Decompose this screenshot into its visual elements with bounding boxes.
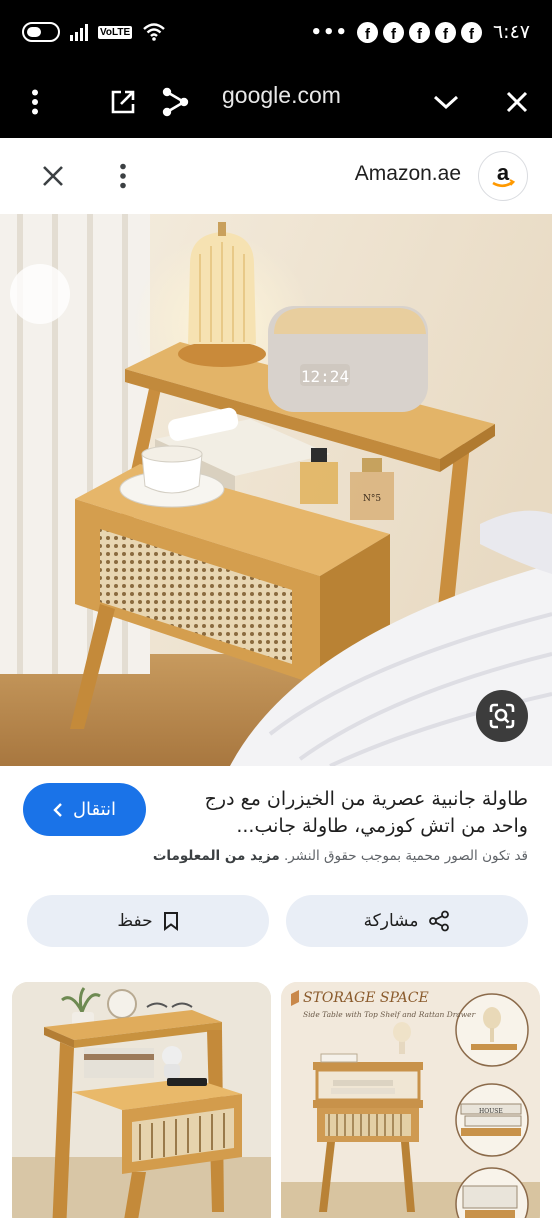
copyright-notice-text: قد تكون الصور محمية بموجب حقوق النشر.	[284, 848, 528, 864]
wifi-icon	[143, 23, 165, 41]
svg-text:a: a	[497, 161, 510, 185]
clock-time: ٦:٤٧	[492, 21, 530, 43]
status-left-group: VoLTE	[22, 20, 166, 44]
open-external-icon	[111, 90, 135, 114]
close-icon	[506, 91, 528, 113]
bookmark-icon	[163, 912, 178, 931]
status-bar: VoLTE ••• f f f f f ٦:٤٧	[0, 0, 552, 64]
battery-icon	[22, 22, 60, 42]
facebook-icon: f	[356, 21, 378, 43]
source-site-name[interactable]: Amazon.ae	[355, 162, 461, 186]
lens-search-button[interactable]	[476, 690, 528, 742]
source-header: Amazon.ae a	[0, 138, 552, 214]
open-in-browser-button[interactable]	[101, 80, 145, 124]
chevron-down-icon	[433, 95, 459, 110]
url-text[interactable]: google.com	[222, 82, 341, 109]
more-notifications-indicator: •••	[310, 21, 348, 43]
collapse-button[interactable]	[424, 80, 468, 124]
more-vert-icon	[32, 89, 38, 115]
related-image-1[interactable]	[12, 982, 271, 1218]
close-icon	[43, 166, 63, 186]
lens-search-icon	[489, 703, 515, 729]
learn-more-link[interactable]: مزيد من المعلومات	[153, 848, 280, 864]
share-button[interactable]: مشاركة	[286, 895, 528, 947]
product-image[interactable]: 12:24 N°5	[0, 214, 552, 766]
share-button-label: مشاركة	[363, 911, 419, 931]
product-title[interactable]: طاولة جانبية عصرية من الخيزران مع درج وا…	[176, 786, 528, 840]
signal-icon	[70, 23, 88, 41]
storage-space-subtitle: Side Table with Top Shelf and Rattan Dra…	[303, 1010, 476, 1019]
visit-button[interactable]: انتقال	[23, 783, 146, 836]
amazon-logo-icon: a	[492, 161, 516, 188]
facebook-icon: f	[434, 21, 456, 43]
product-photo: 12:24 N°5	[0, 214, 552, 766]
clock-display-text: 12:24	[301, 367, 349, 386]
visit-button-label: انتقال	[72, 799, 117, 820]
more-vert-icon	[120, 163, 126, 189]
save-button[interactable]: حفظ	[27, 895, 269, 947]
source-more-button[interactable]	[101, 154, 145, 198]
facebook-icon: f	[408, 21, 430, 43]
save-button-label: حفظ	[117, 911, 153, 931]
status-right-group: ••• f f f f f ٦:٤٧	[310, 18, 530, 46]
related-image-2[interactable]: HOUSE STORAGE SPACE Side Table with Top …	[281, 982, 540, 1218]
facebook-icon: f	[460, 21, 482, 43]
book-label-text: HOUSE	[479, 1108, 503, 1115]
chevron-left-icon	[53, 802, 62, 817]
more-vert-button[interactable]	[13, 80, 57, 124]
storage-space-title: STORAGE SPACE	[303, 990, 429, 1006]
facebook-icon: f	[382, 21, 404, 43]
share-icon	[162, 87, 189, 117]
browser-url-bar: google.com	[0, 64, 552, 138]
amazon-logo[interactable]: a	[478, 151, 528, 201]
related-photo-1	[12, 982, 271, 1218]
close-tab-button[interactable]	[495, 80, 539, 124]
share-page-button[interactable]	[153, 80, 197, 124]
close-preview-button[interactable]	[31, 154, 75, 198]
copyright-notice: قد تكون الصور محمية بموجب حقوق النشر. مز…	[24, 848, 528, 864]
volte-badge: VoLTE	[98, 25, 133, 39]
share-icon	[429, 910, 450, 932]
perfume-label-text: N°5	[363, 494, 381, 504]
